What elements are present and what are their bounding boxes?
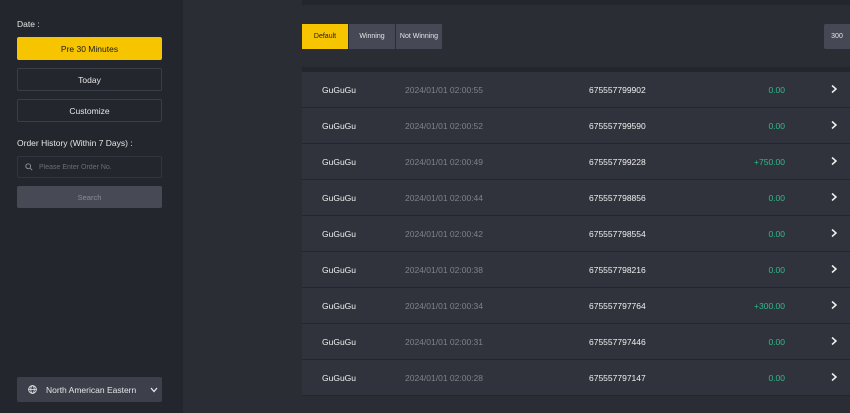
filter-tabs: Default Winning Not Winning bbox=[302, 24, 443, 49]
chevron-down-icon bbox=[150, 387, 158, 392]
order-time: 2024/01/01 02:00:55 bbox=[405, 84, 483, 95]
globe-icon bbox=[28, 385, 37, 394]
order-number-input[interactable] bbox=[39, 163, 149, 171]
tab-winning[interactable]: Winning bbox=[349, 24, 395, 49]
game-name: GuGuGu bbox=[322, 192, 357, 203]
tab-not-winning[interactable]: Not Winning bbox=[396, 24, 442, 49]
order-number: 675557799902 bbox=[589, 84, 646, 95]
order-number: 675557798216 bbox=[589, 264, 646, 275]
win-amount: 0.00 bbox=[768, 192, 785, 203]
order-row[interactable]: GuGuGu 2024/01/01 02:00:34 675557797764 +30… bbox=[302, 288, 850, 324]
win-amount: +300.00 bbox=[754, 300, 785, 311]
game-name: GuGuGu bbox=[322, 336, 357, 347]
order-number: 675557798554 bbox=[589, 228, 646, 239]
chevron-right-icon[interactable] bbox=[831, 300, 838, 311]
chevron-right-icon[interactable] bbox=[831, 228, 838, 239]
search-icon bbox=[25, 163, 33, 171]
tab-default[interactable]: Default bbox=[302, 24, 348, 49]
order-list: GuGuGu 2024/01/01 02:00:55 675557799902 0.0… bbox=[302, 72, 850, 396]
order-row[interactable]: GuGuGu 2024/01/01 02:00:55 675557799902 0.0… bbox=[302, 72, 850, 108]
order-row[interactable]: GuGuGu 2024/01/01 02:00:31 675557797446 0.0… bbox=[302, 324, 850, 360]
search-button[interactable]: Search bbox=[17, 186, 162, 208]
game-name: GuGuGu bbox=[322, 228, 357, 239]
game-name: GuGuGu bbox=[322, 372, 357, 383]
win-amount: 0.00 bbox=[768, 336, 785, 347]
win-amount: +750.00 bbox=[754, 156, 785, 167]
order-search-field[interactable] bbox=[17, 156, 162, 178]
chevron-right-icon[interactable] bbox=[831, 120, 838, 131]
chevron-right-icon[interactable] bbox=[831, 372, 838, 383]
order-time: 2024/01/01 02:00:52 bbox=[405, 120, 483, 131]
game-name: GuGuGu bbox=[322, 156, 357, 167]
sidebar: Date : Pre 30 Minutes Today Customize Or… bbox=[0, 0, 183, 413]
win-amount: 0.00 bbox=[768, 228, 785, 239]
order-history-label: Order History (Within 7 Days) : bbox=[17, 138, 133, 148]
order-time: 2024/01/01 02:00:44 bbox=[405, 192, 483, 203]
chevron-right-icon[interactable] bbox=[831, 84, 838, 95]
order-number: 675557797764 bbox=[589, 300, 646, 311]
win-amount: 0.00 bbox=[768, 84, 785, 95]
chevron-right-icon[interactable] bbox=[831, 156, 838, 167]
today-button[interactable]: Today bbox=[17, 68, 162, 91]
chevron-right-icon[interactable] bbox=[831, 192, 838, 203]
date-label: Date : bbox=[17, 19, 40, 29]
order-row[interactable]: GuGuGu 2024/01/01 02:00:44 675557798856 0.0… bbox=[302, 180, 850, 216]
order-number: 675557797446 bbox=[589, 336, 646, 347]
record-count-button[interactable]: 300 bbox=[824, 24, 850, 49]
win-amount: 0.00 bbox=[768, 372, 785, 383]
order-time: 2024/01/01 02:00:34 bbox=[405, 300, 483, 311]
order-time: 2024/01/01 02:00:49 bbox=[405, 156, 483, 167]
customize-button[interactable]: Customize bbox=[17, 99, 162, 122]
order-row[interactable]: GuGuGu 2024/01/01 02:00:28 675557797147 0.0… bbox=[302, 360, 850, 396]
order-time: 2024/01/01 02:00:38 bbox=[405, 264, 483, 275]
order-number: 675557799590 bbox=[589, 120, 646, 131]
region-selector[interactable]: North American Eastern bbox=[17, 377, 162, 402]
order-row[interactable]: GuGuGu 2024/01/01 02:00:49 675557799228 +75… bbox=[302, 144, 850, 180]
region-label: North American Eastern bbox=[46, 384, 137, 395]
game-name: GuGuGu bbox=[322, 300, 357, 311]
game-name: GuGuGu bbox=[322, 120, 357, 131]
order-time: 2024/01/01 02:00:31 bbox=[405, 336, 483, 347]
order-number: 675557797147 bbox=[589, 372, 646, 383]
top-bar bbox=[302, 0, 850, 5]
order-number: 675557799228 bbox=[589, 156, 646, 167]
order-time: 2024/01/01 02:00:42 bbox=[405, 228, 483, 239]
order-row[interactable]: GuGuGu 2024/01/01 02:00:38 675557798216 0.0… bbox=[302, 252, 850, 288]
pre-30-minutes-button[interactable]: Pre 30 Minutes bbox=[17, 37, 162, 60]
win-amount: 0.00 bbox=[768, 120, 785, 131]
order-row[interactable]: GuGuGu 2024/01/01 02:00:42 675557798554 0.0… bbox=[302, 216, 850, 252]
game-name: GuGuGu bbox=[322, 264, 357, 275]
chevron-right-icon[interactable] bbox=[831, 336, 838, 347]
order-time: 2024/01/01 02:00:28 bbox=[405, 372, 483, 383]
order-number: 675557798856 bbox=[589, 192, 646, 203]
win-amount: 0.00 bbox=[768, 264, 785, 275]
order-row[interactable]: GuGuGu 2024/01/01 02:00:52 675557799590 0.0… bbox=[302, 108, 850, 144]
chevron-right-icon[interactable] bbox=[831, 264, 838, 275]
game-name: GuGuGu bbox=[322, 84, 357, 95]
